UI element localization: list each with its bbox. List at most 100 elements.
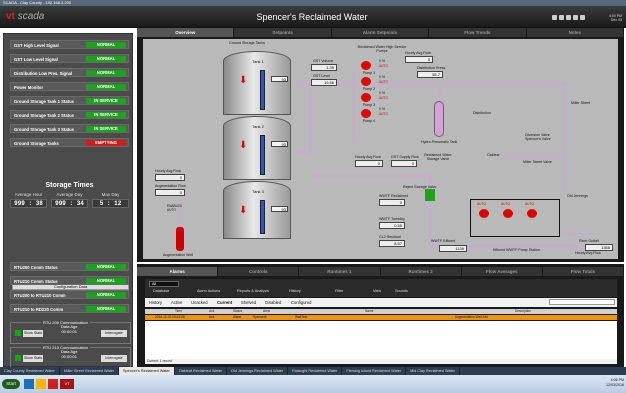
signal-label: Ground Storage Tank 3 Status [14, 127, 74, 132]
sounds-menu[interactable]: Sounds [395, 289, 408, 293]
filter-current[interactable]: Current [217, 299, 232, 306]
alarm-icon[interactable] [559, 15, 564, 20]
rtu-label: RTU200 to RTU210 Comm [14, 293, 66, 298]
signal-label: Ground Storage Tanks [14, 141, 59, 146]
rtu-label: RTU210 to RD220 Comm [14, 307, 64, 312]
page-tab[interactable]: Spencer's Reclaimed Water [119, 367, 175, 375]
status-badge: NORMAL [86, 70, 126, 76]
page-tab[interactable]: Ridaught Reclaimed Water [288, 367, 343, 375]
signal-row: Ground Storage Tank 2 Status IN SERVICE [10, 110, 129, 119]
tab-alarms[interactable]: Alarms [137, 267, 218, 276]
filter-history[interactable]: History [149, 299, 162, 306]
tab-runtimes-1[interactable]: Runtimes 1 [299, 267, 380, 276]
tank-level-bar [260, 200, 265, 234]
page-tab[interactable]: Oakleaf Reclaimed Water [175, 367, 227, 375]
tank-3-level: 93 [271, 206, 288, 212]
signal-row: Ground Storage Tanks EMPTYING [10, 138, 129, 147]
signal-label: Power Monitor [14, 85, 44, 90]
pump-4-icon[interactable] [361, 109, 371, 118]
storage-title: Storage Times [45, 182, 94, 189]
history-menu[interactable]: History [289, 289, 301, 293]
signal-row: GST High Level Signal NORMAL [10, 40, 129, 49]
cl2-residual: 8.57 [379, 240, 405, 247]
alarm-list-select[interactable]: All [149, 281, 179, 287]
gst-title: Ground Storage Tanks [229, 41, 265, 45]
tab-flow-averages[interactable]: Flow Averages [461, 267, 542, 276]
rtu-status-row: RTU200 Comm Status NORMAL [10, 262, 129, 271]
alarm-row[interactable]: 2016-12-03 09:43:08 Ack Alarm Spencers WaitT… [145, 315, 617, 320]
alarm-list [145, 321, 617, 359]
distribution-pressure: 55.7 [417, 71, 443, 78]
alarm-actions-menu[interactable]: Alarm Actions [197, 289, 220, 293]
effluent-pump-1-icon[interactable] [479, 209, 489, 218]
start-button[interactable]: Start [2, 379, 20, 389]
status-indicator-icon [15, 330, 21, 336]
reports-menu[interactable]: Reports & Analysis [237, 289, 269, 293]
tank-1-level: 93 [271, 76, 288, 82]
tab-setpoints[interactable]: Setpoints [234, 28, 331, 37]
filter-shelved[interactable]: Shelved [241, 299, 256, 306]
pump-2-icon[interactable] [361, 77, 371, 86]
pump-1-icon[interactable] [361, 61, 371, 70]
alarm-table-header: Time Ack Status Area Name Description [145, 309, 617, 314]
interrogate-button[interactable]: Interrogate [101, 355, 127, 362]
window-title: SCADA - Clay County - 192.168.3.200 [3, 0, 72, 5]
wwtf-turbidity: 0.55 [379, 222, 405, 229]
alarm-search-input[interactable] [549, 299, 615, 305]
page-tab[interactable]: Old Jennings Reclaimed Water [227, 367, 289, 375]
tab-flow-trends[interactable]: Flow Trends [429, 28, 526, 37]
interrogate-button[interactable]: Interrogate [101, 330, 127, 337]
reject-valve-icon[interactable] [425, 189, 435, 201]
pump-3-icon[interactable] [361, 93, 371, 102]
wwtf-effluent-flow: 1139 [439, 245, 467, 252]
show-stats-button[interactable]: Show Stats [23, 330, 43, 337]
home-icon[interactable] [552, 15, 557, 20]
page-tab[interactable]: Miller Street Reclaimed Water [60, 367, 120, 375]
filter-unacked[interactable]: Unacked [191, 299, 208, 306]
vtscada-icon[interactable]: VT [60, 379, 74, 389]
folder-icon[interactable] [36, 379, 46, 389]
status-badge: NORMAL [86, 278, 126, 284]
effluent-pump-3-icon[interactable] [527, 209, 537, 218]
header-clock: 4:00 PM Dec 03 [608, 14, 622, 22]
data-age: Data Age 00:00:01 [61, 324, 78, 334]
filter-disabled[interactable]: Disabled [265, 299, 281, 306]
database-menu[interactable]: Database [153, 289, 169, 293]
view-menu[interactable]: View [373, 289, 381, 293]
signal-label: Ground Storage Tank 2 Status [14, 113, 74, 118]
app-icon[interactable] [48, 379, 58, 389]
security-icon[interactable] [573, 15, 578, 20]
status-badge: NORMAL [86, 84, 126, 90]
rtu-status-row: RTU210 Comm Status NORMAL [10, 276, 129, 285]
tank-level-bar [260, 70, 265, 110]
explorer-icon[interactable] [24, 379, 34, 389]
augmentation-flow: 0 [155, 189, 185, 196]
tab-runtimes-2[interactable]: Runtimes 2 [380, 267, 461, 276]
status-indicator-icon [15, 355, 21, 361]
filter-menu[interactable]: Filter [335, 289, 343, 293]
page-tab[interactable]: Clay County Reclaimed Water [0, 367, 60, 375]
tab-alarm-setpoints[interactable]: Alarm Setpoints [331, 28, 429, 37]
gst-level: 19.56 [311, 79, 337, 86]
menu-icon[interactable] [580, 15, 585, 20]
signal-row: Ground Storage Tank 1 Status IN SERVICE [10, 96, 129, 105]
page-tab[interactable]: Fleming Island Reclaimed Water [342, 367, 407, 375]
hourly-avg-flow-left: 0 [155, 174, 185, 181]
show-stats-button[interactable]: Show Stats [23, 355, 43, 362]
filter-active[interactable]: Active [171, 299, 182, 306]
augmentation-well-icon[interactable] [176, 227, 184, 251]
status-badge: NORMAL [86, 56, 126, 62]
tab-overview[interactable]: Overview [137, 28, 234, 37]
tab-controls[interactable]: Controls [218, 267, 299, 276]
effluent-pump-2-icon[interactable] [503, 209, 513, 218]
hourly-avg-flow-top: 5 [405, 56, 433, 63]
header-toolbar[interactable] [552, 15, 586, 22]
page-tab[interactable]: Mid Clay Reclaimed Water [406, 367, 460, 375]
print-icon[interactable] [566, 15, 571, 20]
status-badge: NORMAL [86, 306, 126, 312]
rtu-label: RTU200 Comm Status [14, 265, 58, 270]
alarm-panel: Alarms Controls Runtimes 1 Runtimes 2 Fl… [137, 264, 624, 367]
filter-configured[interactable]: Configured [291, 299, 312, 306]
tab-flow-totals[interactable]: Flow Totals [542, 267, 624, 276]
tab-notes[interactable]: Notes [526, 28, 624, 37]
